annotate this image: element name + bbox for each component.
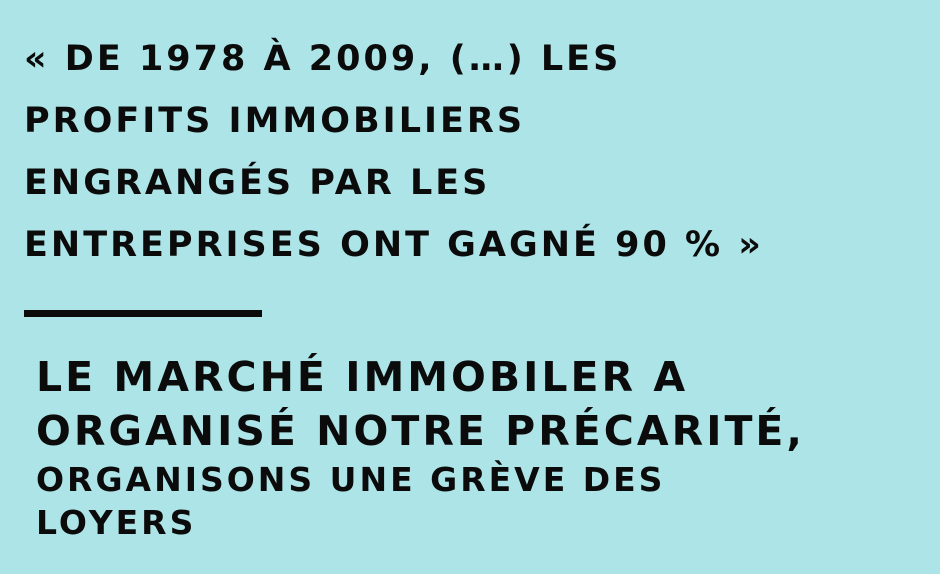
page: { "quote": { "lines": [ "« DE 1978 À 200…: [0, 0, 940, 574]
divider: [24, 310, 262, 317]
quote-line-3: ENGRANGÉS PAR LES: [24, 163, 491, 203]
slogan-line-4: LOYERS: [36, 503, 197, 542]
quote-line-2: PROFITS IMMOBILIERS: [24, 101, 526, 141]
quote-line-4: ENTREPRISES ONT GAGNÉ 90 % »: [24, 225, 764, 265]
slogan-line-1: LE MARCHÉ IMMOBILER A: [36, 353, 689, 401]
slogan-block: LE MARCHÉ IMMOBILER A ORGANISÉ NOTRE PRÉ…: [36, 350, 926, 544]
slogan-line-2: ORGANISÉ NOTRE PRÉCARITÉ,: [36, 407, 805, 455]
quote-line-1: « DE 1978 À 2009, (…) LES: [24, 39, 622, 79]
slogan-line-3: ORGANISONS UNE GRÈVE DES: [36, 460, 666, 499]
quote-block: « DE 1978 À 2009, (…) LES PROFITS IMMOBI…: [24, 28, 924, 276]
